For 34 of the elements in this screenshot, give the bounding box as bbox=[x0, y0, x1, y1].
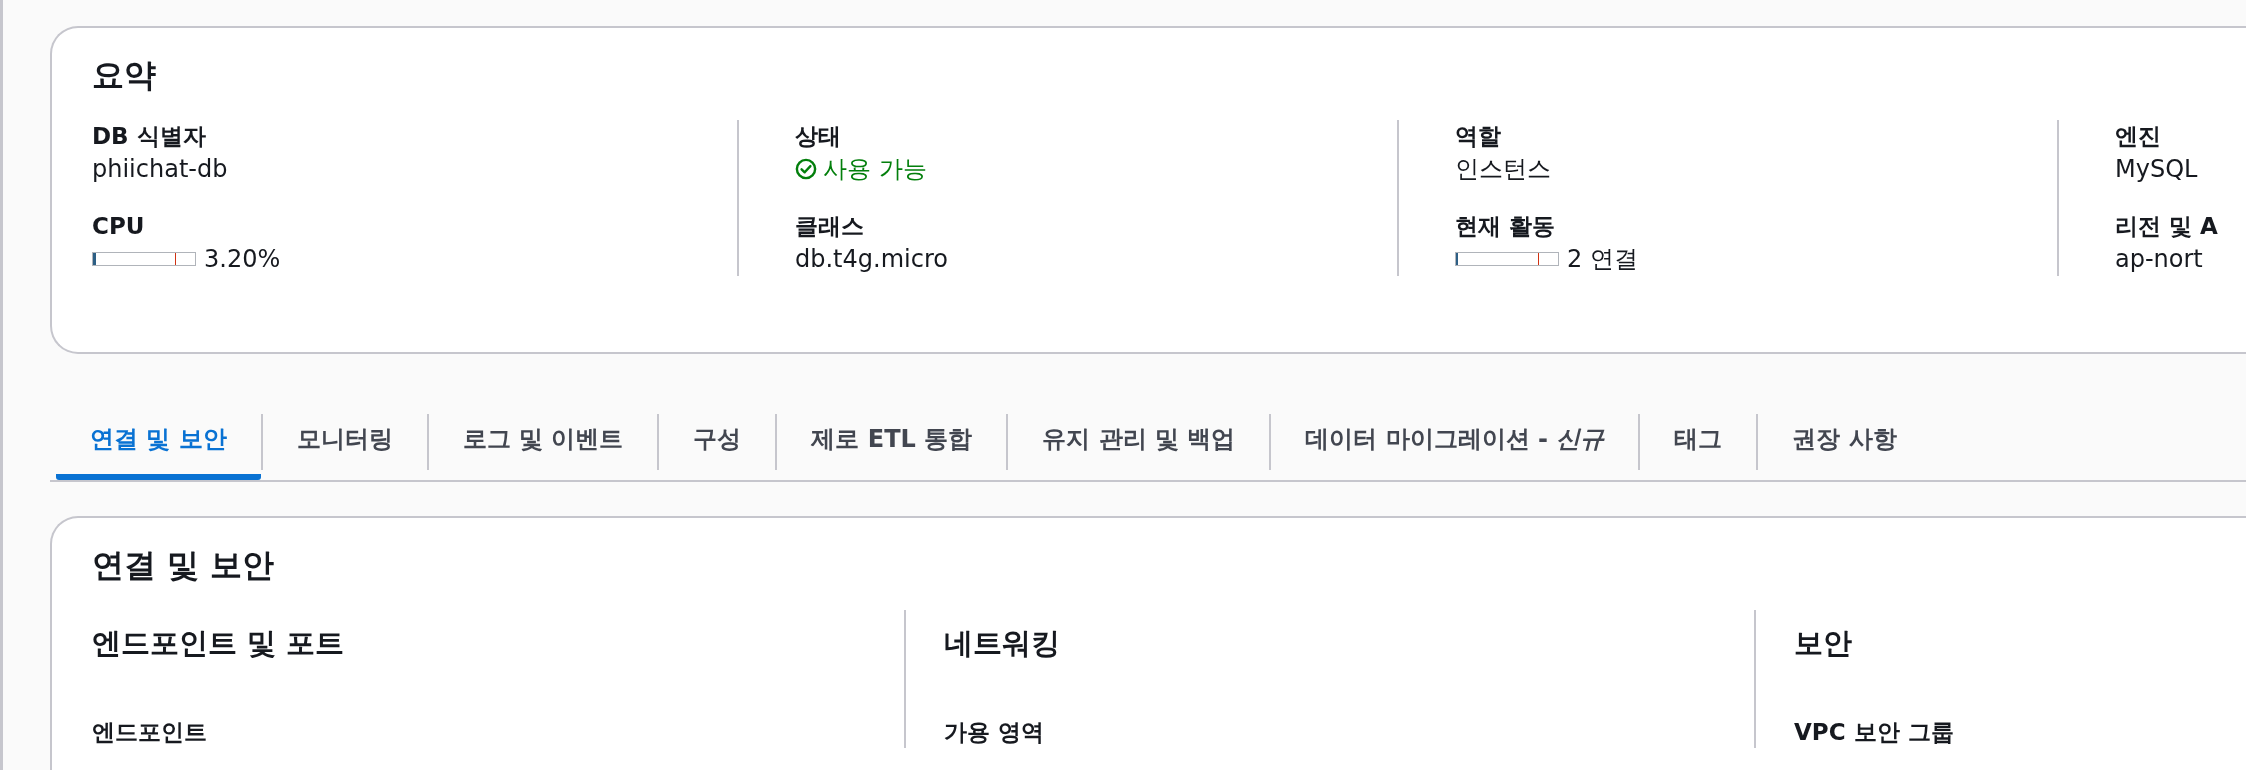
field-label: VPC 보안 그룹 bbox=[1794, 718, 1954, 747]
tab[interactable]: 태그 bbox=[1640, 398, 1757, 480]
tab[interactable]: 로그 및 이벤트 bbox=[428, 398, 658, 480]
section-heading: 엔드포인트 및 포트 bbox=[92, 625, 346, 662]
meter-reading: 2 연결 bbox=[1567, 244, 1638, 275]
field-label: 엔드포인트 bbox=[92, 718, 208, 747]
tab[interactable]: 권장 사항 bbox=[1758, 398, 1931, 480]
field-value: 인스턴스 bbox=[1455, 154, 1552, 185]
field-label: DB 식별자 bbox=[92, 122, 207, 151]
section-heading: 네트워킹 bbox=[944, 625, 1061, 662]
field-label: 현재 활동 bbox=[1455, 212, 1556, 241]
field-value: MySQL bbox=[2115, 154, 2199, 185]
tab[interactable]: 연결 및 보안 bbox=[56, 398, 261, 480]
field-value: phiichat-db bbox=[92, 154, 229, 185]
status-text: 사용 가능 bbox=[823, 154, 927, 185]
meter-reading: 3.20% bbox=[204, 244, 281, 275]
field-label: 리전 및 A bbox=[2115, 212, 2219, 241]
field-label: 가용 영역 bbox=[944, 718, 1045, 747]
field-label: 클래스 bbox=[795, 212, 865, 241]
card-title: 연결 및 보안 bbox=[92, 545, 276, 586]
field-label: 엔진 bbox=[2115, 122, 2162, 151]
tab[interactable]: 모니터링 bbox=[262, 398, 427, 480]
tab[interactable]: 유지 관리 및 백업 bbox=[1008, 398, 1270, 480]
section-heading: 보안 bbox=[1794, 625, 1853, 662]
field-label: 상태 bbox=[795, 122, 842, 151]
tab[interactable]: 제로 ETL 통합 bbox=[777, 398, 1007, 480]
tab[interactable]: 데이터 마이그레이션 - 신규 bbox=[1271, 398, 1639, 480]
field-value: ap-nort bbox=[2115, 244, 2204, 275]
field-value: db.t4g.micro bbox=[795, 244, 949, 275]
tab[interactable]: 구성 bbox=[659, 398, 776, 480]
check-circle-icon bbox=[795, 158, 817, 180]
field-label: 역할 bbox=[1455, 122, 1502, 151]
card-title: 요약 bbox=[92, 55, 157, 96]
field-label: CPU bbox=[92, 212, 146, 241]
